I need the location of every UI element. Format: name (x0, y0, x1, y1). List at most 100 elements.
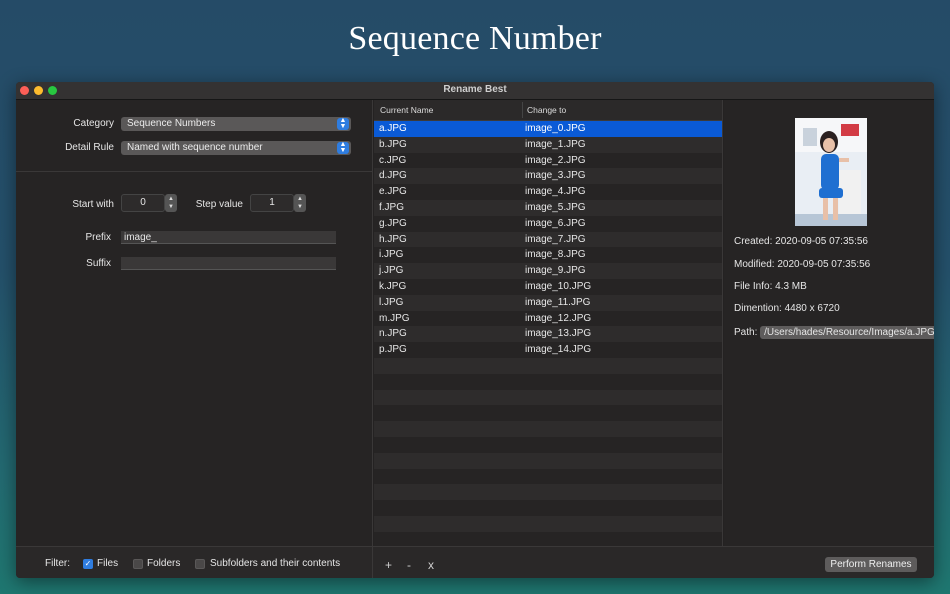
change-to-cell: image_8.JPG (525, 249, 586, 261)
table-row[interactable]: c.JPG image_2.JPG (374, 153, 722, 169)
bottom-bar: Filter: ✓ Files Folders Subfolders and t… (16, 546, 934, 578)
image-preview (795, 118, 867, 226)
suffix-field[interactable] (121, 257, 336, 270)
empty-table-row (374, 405, 722, 421)
step-value-stepper[interactable]: ▲ ▼ (294, 194, 306, 212)
prefix-field[interactable]: image_ (121, 231, 336, 244)
current-name-cell: m.JPG (379, 312, 410, 324)
subfolders-checkbox[interactable] (195, 559, 205, 569)
rename-table: Current Name Change to a.JPG image_0.JPGb… (374, 100, 722, 546)
empty-table-row (374, 516, 722, 532)
current-name-cell: j.JPG (379, 265, 404, 277)
panel-divider (722, 100, 723, 578)
clear-files-button[interactable]: x (428, 558, 434, 572)
category-popup[interactable]: Sequence Numbers ▲ ▼ (121, 117, 351, 131)
table-row[interactable]: h.JPG image_7.JPG (374, 231, 722, 248)
path-info: Path: /Users/hades/Resource/Images/a.JPG (734, 326, 934, 339)
empty-table-row (374, 452, 722, 469)
table-row[interactable]: p.JPG image_14.JPG (374, 342, 722, 358)
empty-table-row (374, 437, 722, 453)
current-name-cell: k.JPG (379, 281, 407, 292)
step-value-label: Step value (195, 199, 243, 210)
title-bar: Rename Best (16, 82, 934, 100)
start-with-field[interactable]: 0 (121, 194, 165, 212)
empty-table-row (374, 389, 722, 406)
table-row[interactable]: k.JPG image_10.JPG (374, 279, 722, 295)
chevron-updown-icon: ▲ ▼ (337, 117, 349, 130)
window-title: Rename Best (443, 84, 507, 95)
settings-panel: Category Sequence Numbers ▲ ▼ Detail Rule… (16, 100, 372, 546)
current-name-cell: d.JPG (379, 170, 407, 182)
table-row[interactable]: e.JPG image_4.JPG (374, 184, 722, 200)
created-info: Created: 2020-09-05 07:35:56 (734, 236, 868, 247)
subfolders-label: Subfolders and their contents (210, 558, 341, 569)
current-name-cell: i.JPG (379, 249, 404, 261)
start-with-label: Start with (72, 199, 114, 210)
table-row[interactable]: g.JPG image_6.JPG (374, 216, 722, 232)
path-value[interactable]: /Users/hades/Resource/Images/a.JPG (760, 326, 934, 339)
table-row[interactable]: j.JPG image_9.JPG (374, 263, 722, 279)
change-to-cell: image_1.JPG (525, 138, 586, 150)
path-label: Path: (734, 327, 758, 338)
table-header: Current Name Change to (374, 100, 722, 121)
current-name-cell: p.JPG (379, 344, 407, 356)
current-name-cell: g.JPG (379, 217, 407, 229)
change-to-cell: image_0.JPG (525, 123, 586, 134)
table-row[interactable]: f.JPG image_5.JPG (374, 200, 722, 216)
change-to-cell: image_5.JPG (525, 202, 586, 213)
chevron-updown-icon: ▲ ▼ (337, 141, 349, 154)
folders-label: Folders (147, 558, 181, 569)
section-divider (16, 171, 372, 172)
step-value-field[interactable]: 1 (250, 194, 294, 212)
current-name-cell: a.JPG (379, 123, 407, 134)
category-label: Category (73, 118, 114, 129)
panel-divider (372, 100, 373, 578)
files-checkbox[interactable]: ✓ (83, 559, 93, 569)
current-name-cell: e.JPG (379, 186, 407, 198)
empty-table-row (374, 469, 722, 485)
change-to-cell: image_3.JPG (525, 170, 586, 182)
category-value: Sequence Numbers (127, 118, 216, 129)
empty-table-row (374, 484, 722, 501)
bottom-divider (372, 547, 373, 578)
table-row[interactable]: l.JPG image_11.JPG (374, 294, 722, 311)
empty-table-row (374, 500, 722, 516)
dimension-info: Dimention: 4480 x 6720 (734, 303, 840, 314)
current-name-cell: l.JPG (379, 296, 404, 308)
modified-info: Modified: 2020-09-05 07:35:56 (734, 259, 871, 270)
change-to-cell: image_6.JPG (525, 217, 586, 229)
suffix-label: Suffix (86, 258, 111, 269)
current-name-cell: b.JPG (379, 138, 407, 150)
detail-rule-popup[interactable]: Named with sequence number ▲ ▼ (121, 141, 351, 155)
change-to-cell: image_11.JPG (525, 296, 591, 308)
start-with-stepper[interactable]: ▲ ▼ (165, 194, 177, 212)
current-name-cell: c.JPG (379, 154, 407, 166)
change-to-cell: image_14.JPG (525, 344, 592, 356)
column-separator[interactable] (522, 102, 523, 118)
empty-table-row (374, 532, 722, 546)
column-header-change[interactable]: Change to (527, 105, 566, 115)
change-to-cell: image_12.JPG (525, 312, 592, 324)
folders-checkbox[interactable] (133, 559, 143, 569)
empty-table-row (374, 374, 722, 390)
table-row[interactable]: a.JPG image_0.JPG (374, 121, 722, 137)
current-name-cell: f.JPG (379, 202, 405, 213)
column-header-current[interactable]: Current Name (380, 105, 433, 115)
table-row[interactable]: i.JPG image_8.JPG (374, 247, 722, 263)
table-row[interactable]: n.JPG image_13.JPG (374, 326, 722, 343)
empty-table-row (374, 421, 722, 437)
app-window: Rename Best Category Sequence Numbers ▲ ▼… (16, 82, 934, 578)
current-name-cell: n.JPG (379, 328, 407, 340)
detail-rule-label: Detail Rule (65, 142, 114, 153)
table-row[interactable]: b.JPG image_1.JPG (374, 136, 722, 153)
perform-renames-button[interactable]: Perform Renames (825, 557, 917, 572)
empty-table-row (374, 358, 722, 374)
table-row[interactable]: d.JPG image_3.JPG (374, 168, 722, 185)
change-to-cell: image_4.JPG (525, 186, 586, 198)
change-to-cell: image_7.JPG (525, 233, 586, 245)
file-size-info: File Info: 4.3 MB (734, 281, 807, 292)
remove-files-button[interactable]: - (407, 558, 411, 572)
add-files-button[interactable]: + (385, 558, 392, 572)
table-row[interactable]: m.JPG image_12.JPG (374, 311, 722, 327)
change-to-cell: image_2.JPG (525, 154, 586, 166)
